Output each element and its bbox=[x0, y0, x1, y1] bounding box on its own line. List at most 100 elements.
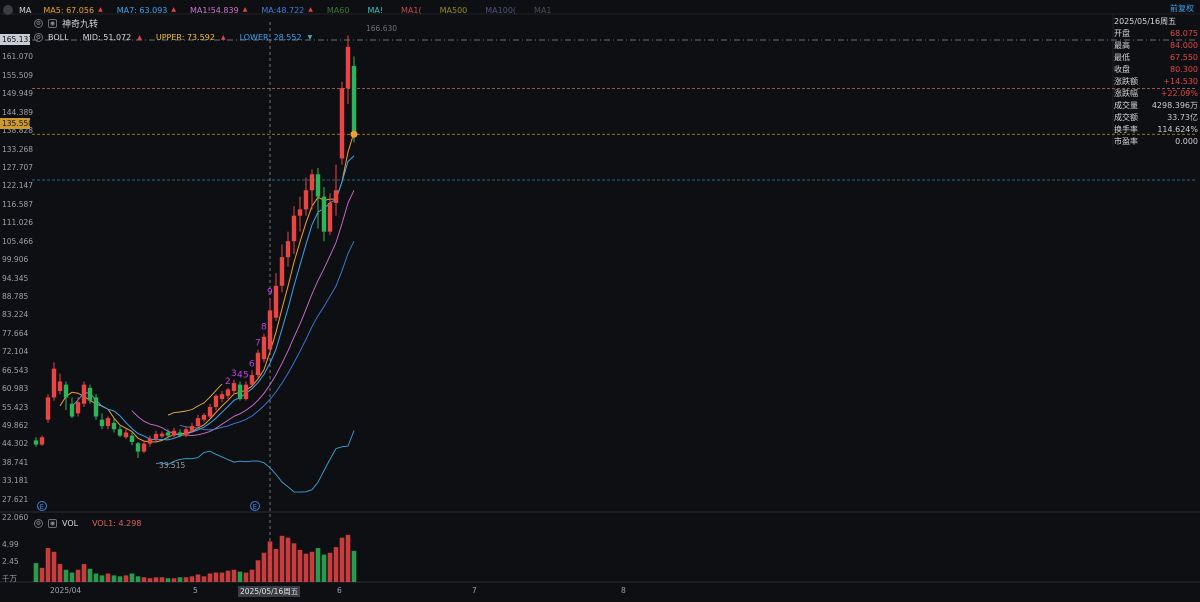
ma-long-line bbox=[179, 241, 355, 431]
info-key: 开盘 bbox=[1114, 29, 1130, 38]
volume-bar bbox=[291, 543, 297, 582]
volume-bar bbox=[309, 551, 315, 582]
candle-body bbox=[57, 381, 63, 392]
candle-body bbox=[309, 174, 315, 191]
volume-bar bbox=[123, 575, 129, 582]
price-tick: 33.181 bbox=[2, 476, 29, 486]
indicator-name[interactable]: 神奇九转 bbox=[62, 17, 98, 30]
volume-bar bbox=[189, 576, 195, 582]
current-price-tag: 135.550 bbox=[0, 118, 34, 129]
info-value: 33.73亿 bbox=[1167, 113, 1198, 122]
volume-bar bbox=[99, 575, 105, 582]
nine-turn-digit: 6 bbox=[249, 359, 255, 369]
up-arrow-icon: ▲ bbox=[308, 5, 313, 13]
price-tick: 116.587 bbox=[2, 199, 34, 209]
candle-body bbox=[237, 384, 243, 399]
x-label-aug: 8 bbox=[621, 586, 626, 595]
candle-body bbox=[177, 432, 183, 436]
ma-value-item: MA500 bbox=[439, 5, 468, 15]
price-tick: 127.707 bbox=[2, 163, 34, 172]
candle-body bbox=[81, 384, 87, 404]
info-row: 最低 67.550 bbox=[1114, 52, 1198, 64]
candle-body bbox=[189, 426, 195, 431]
collapse-icon[interactable] bbox=[3, 5, 13, 15]
candle-body bbox=[225, 389, 231, 396]
info-value: 67.550 bbox=[1170, 53, 1198, 62]
volume-bar bbox=[225, 570, 231, 582]
vol-label[interactable]: VOL bbox=[62, 519, 78, 528]
volume-bar bbox=[333, 547, 339, 582]
boll-lower: LOWER: 28.552 bbox=[239, 32, 302, 42]
vol-unit: 千万 bbox=[2, 574, 17, 583]
info-key: 最高 bbox=[1114, 41, 1130, 50]
boll-label[interactable]: BOLL bbox=[48, 33, 69, 42]
candle-body bbox=[267, 310, 273, 350]
eye-icon[interactable]: ◉ bbox=[48, 518, 57, 528]
volume-bar bbox=[279, 535, 285, 582]
ma-label[interactable]: MA bbox=[19, 6, 31, 15]
info-value: 84.000 bbox=[1170, 41, 1198, 50]
ma-value-item: MA60 bbox=[326, 5, 350, 15]
volume-bar bbox=[81, 564, 87, 582]
info-row: 开盘 68.075 bbox=[1114, 28, 1198, 40]
candle-body bbox=[195, 418, 201, 427]
x-label-jun: 6 bbox=[337, 586, 342, 595]
volume-bar bbox=[285, 537, 291, 582]
info-row: 成交量 4298.396万 bbox=[1114, 100, 1198, 112]
low-price-label: 33.515 bbox=[159, 461, 186, 470]
ma-value-item: MA1 bbox=[534, 5, 552, 15]
x-label-apr: 2025/04 bbox=[50, 586, 82, 595]
qfq-button[interactable]: 前复权 bbox=[1170, 3, 1194, 14]
volume-bar bbox=[243, 572, 249, 582]
volume-bar bbox=[129, 573, 135, 582]
candle-body bbox=[285, 241, 291, 258]
candle-body bbox=[249, 375, 255, 385]
ma-value-item: MA! bbox=[367, 5, 384, 15]
info-value: 114.624% bbox=[1157, 125, 1198, 134]
settings-icon[interactable]: ⚙ bbox=[34, 518, 43, 528]
candle-body bbox=[165, 432, 171, 436]
boll-lower-line bbox=[155, 430, 355, 493]
candle-body bbox=[279, 257, 285, 286]
settings-icon[interactable]: ⚙ bbox=[34, 18, 43, 28]
volume-bar bbox=[153, 577, 159, 582]
volume-bar bbox=[39, 567, 45, 582]
candle-body bbox=[171, 430, 177, 436]
price-tick: 77.664 bbox=[2, 328, 29, 338]
volume-bar bbox=[57, 564, 63, 582]
info-key: 市盈率 bbox=[1114, 137, 1138, 146]
up-arrow-icon: ▲ bbox=[137, 33, 142, 41]
candle-body bbox=[141, 443, 147, 452]
candle-body bbox=[291, 215, 297, 242]
ma-value-item: MA100( bbox=[485, 5, 517, 15]
ma-value-item: MA7: 63.093 bbox=[116, 5, 168, 15]
event-marker-letter: E bbox=[40, 503, 44, 511]
vol-tick-high: 4.99 bbox=[2, 540, 19, 549]
volume-bar bbox=[201, 576, 207, 582]
candle-body bbox=[231, 383, 237, 392]
down-arrow-icon: ▼ bbox=[307, 33, 313, 41]
candle-body bbox=[297, 209, 303, 216]
volume-bar bbox=[33, 563, 39, 582]
volume-bar bbox=[111, 575, 117, 582]
volume-bar bbox=[315, 548, 321, 582]
volume-bar bbox=[303, 553, 309, 582]
info-value: 4298.396万 bbox=[1151, 101, 1198, 110]
settings-icon[interactable]: ⚙ bbox=[34, 32, 43, 42]
kline-chart-canvas[interactable]: 23 4 56789E E bbox=[0, 0, 1200, 602]
volume-bar bbox=[135, 576, 141, 582]
info-row: 收盘 80.300 bbox=[1114, 64, 1198, 76]
candle-body bbox=[321, 196, 327, 232]
candle-body bbox=[201, 414, 207, 420]
info-row: 换手率 114.624% bbox=[1114, 124, 1198, 136]
volume-bar bbox=[177, 577, 183, 582]
candle-body bbox=[147, 438, 153, 444]
volume-bar bbox=[339, 537, 345, 582]
candle-body bbox=[207, 406, 213, 417]
nine-turn-digit: 8 bbox=[261, 323, 267, 333]
price-tick: 66.543 bbox=[2, 365, 29, 375]
eye-icon[interactable]: ◉ bbox=[48, 18, 57, 28]
candle-body bbox=[219, 394, 225, 399]
volume-bar bbox=[273, 548, 279, 582]
candle-body bbox=[315, 174, 321, 197]
